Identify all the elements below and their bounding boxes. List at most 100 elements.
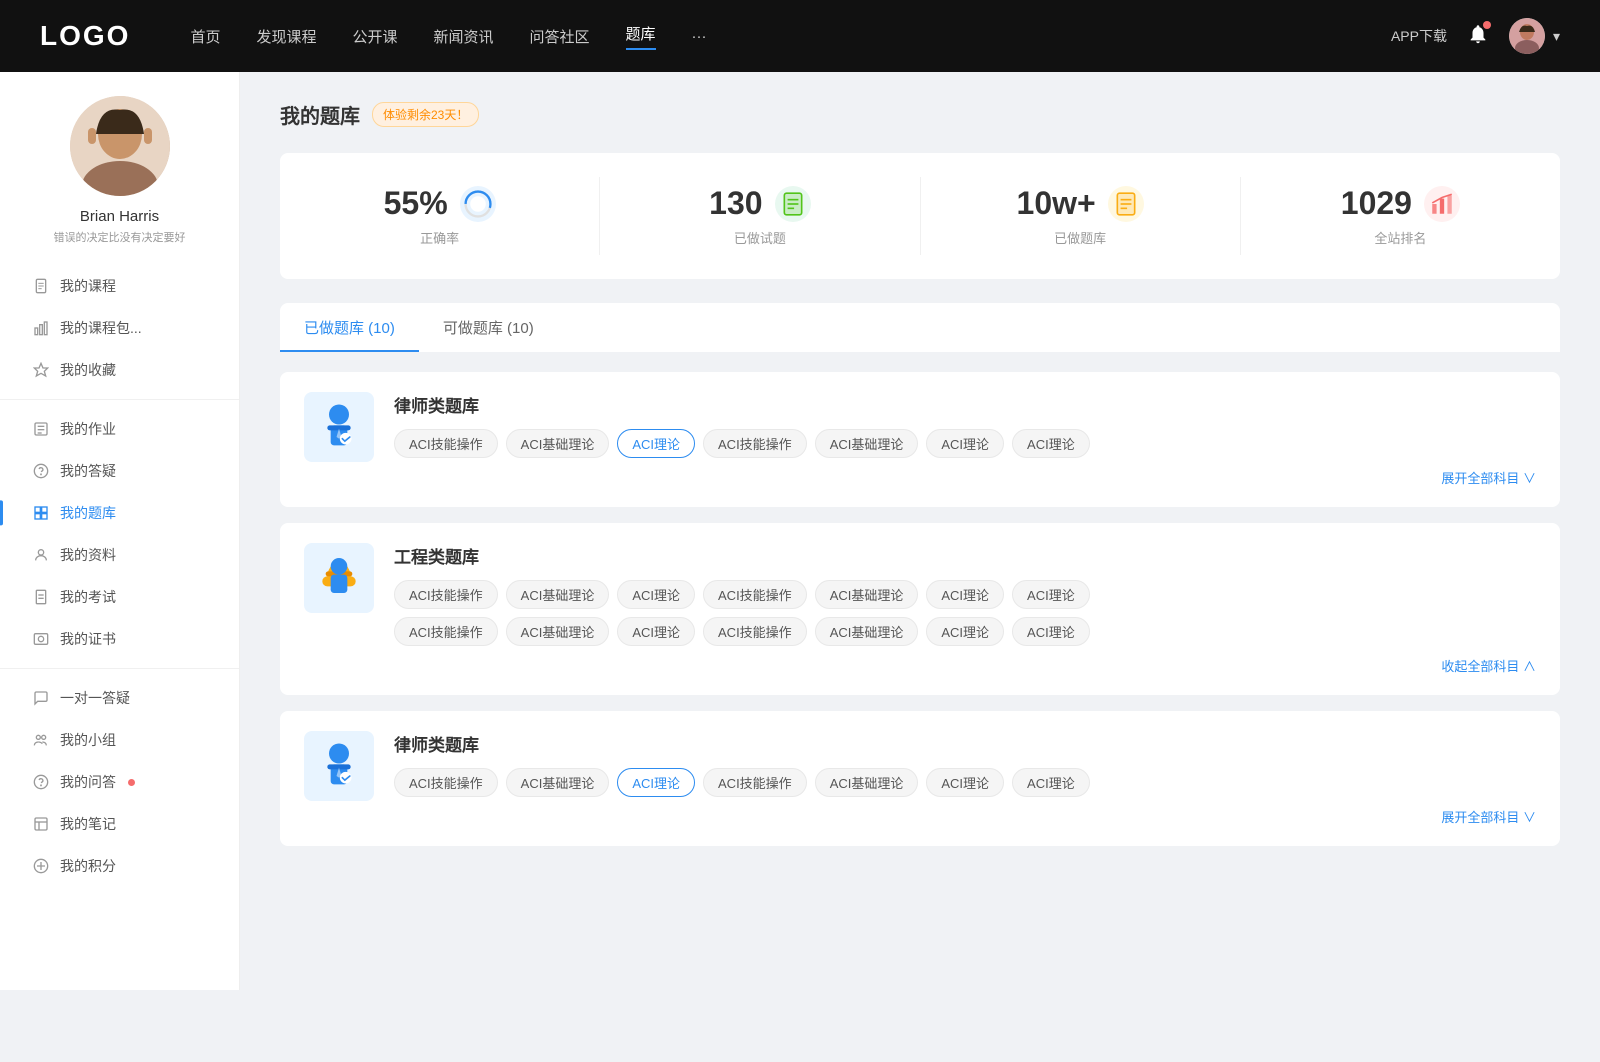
- sidebar-item-favorites[interactable]: 我的收藏: [0, 349, 239, 391]
- nav-qa[interactable]: 问答社区: [530, 26, 590, 47]
- logo[interactable]: LOGO: [40, 20, 130, 52]
- navbar: LOGO 首页 发现课程 公开课 新闻资讯 问答社区 题库 ··· APP下载 …: [0, 0, 1600, 72]
- sidebar-item-qa-mine[interactable]: 我的答疑: [0, 450, 239, 492]
- trial-badge: 体验剩余23天！: [372, 102, 479, 127]
- tag[interactable]: ACI基础理论: [815, 580, 919, 609]
- qbank-title-1: 律师类题库: [394, 392, 1536, 417]
- tag[interactable]: ACI基础理论: [506, 429, 610, 458]
- stat-rank: 1029 全站排名: [1241, 177, 1560, 255]
- question-circle-icon: [32, 462, 50, 480]
- tab-done[interactable]: 已做题库 (10): [280, 303, 419, 352]
- stat-done-banks: 10w+ 已做题库: [921, 177, 1241, 255]
- tag[interactable]: ACI理论: [926, 580, 1004, 609]
- sidebar-divider-2: [0, 668, 239, 669]
- tag[interactable]: ACI理论: [617, 617, 695, 646]
- sidebar-item-exam[interactable]: 我的考试: [0, 576, 239, 618]
- file-icon: [32, 277, 50, 295]
- stat-top: 55%: [384, 185, 496, 222]
- tag[interactable]: ACI基础理论: [506, 580, 610, 609]
- nav-home[interactable]: 首页: [190, 26, 220, 47]
- sidebar-item-homework[interactable]: 我的作业: [0, 408, 239, 450]
- qbank-content-2: 工程类题库 ACI技能操作 ACI基础理论 ACI理论 ACI技能操作 ACI基…: [394, 543, 1536, 675]
- chart-red-icon: [1424, 186, 1460, 222]
- tag[interactable]: ACI技能操作: [394, 429, 498, 458]
- sidebar-item-questions[interactable]: 我的问答: [0, 761, 239, 803]
- nav-discover[interactable]: 发现课程: [256, 26, 316, 47]
- expand-link-1[interactable]: 展开全部科目 ∨: [394, 468, 1536, 487]
- tag-active[interactable]: ACI理论: [617, 429, 695, 458]
- sidebar-item-label: 我的答疑: [60, 461, 116, 481]
- sidebar-item-label: 我的小组: [60, 730, 116, 750]
- tag[interactable]: ACI基础理论: [506, 617, 610, 646]
- tag[interactable]: ACI技能操作: [394, 768, 498, 797]
- sidebar-item-packages[interactable]: 我的课程包...: [0, 307, 239, 349]
- collapse-link-2[interactable]: 收起全部科目 ∧: [394, 656, 1536, 675]
- sidebar-item-points[interactable]: 我的积分: [0, 845, 239, 887]
- tag[interactable]: ACI技能操作: [703, 617, 807, 646]
- sidebar-item-notes[interactable]: 我的笔记: [0, 803, 239, 845]
- chevron-down-icon: ▾: [1553, 28, 1560, 45]
- tag-active[interactable]: ACI理论: [617, 768, 695, 797]
- nav-qbank[interactable]: 题库: [626, 23, 656, 50]
- qbank-card-2: 工程类题库 ACI技能操作 ACI基础理论 ACI理论 ACI技能操作 ACI基…: [280, 523, 1560, 695]
- navbar-right: APP下载 ▾: [1391, 18, 1560, 54]
- doc-green-icon: [775, 186, 811, 222]
- stat-value-2: 130: [709, 185, 762, 222]
- bar-icon: [32, 319, 50, 337]
- tag[interactable]: ACI基础理论: [506, 768, 610, 797]
- star-icon: [32, 361, 50, 379]
- stat-accuracy: 55% 正确率: [280, 177, 600, 255]
- tag[interactable]: ACI理论: [1012, 617, 1090, 646]
- stats-bar: 55% 正确率 130: [280, 153, 1560, 279]
- stat-label: 正确率: [420, 228, 459, 247]
- stat-value-3: 10w+: [1017, 185, 1096, 222]
- sidebar-item-label: 我的考试: [60, 587, 116, 607]
- stat-done-questions: 130 已做试题: [600, 177, 920, 255]
- tab-todo[interactable]: 可做题库 (10): [419, 303, 558, 352]
- tag[interactable]: ACI基础理论: [815, 768, 919, 797]
- notification-bell[interactable]: [1467, 23, 1489, 50]
- page-title: 我的题库: [280, 100, 360, 129]
- tag[interactable]: ACI基础理论: [815, 429, 919, 458]
- app-download-button[interactable]: APP下载: [1391, 26, 1447, 46]
- tags-row-1: ACI技能操作 ACI基础理论 ACI理论 ACI技能操作 ACI基础理论 AC…: [394, 429, 1536, 458]
- sidebar-item-label: 我的积分: [60, 856, 116, 876]
- tag[interactable]: ACI理论: [1012, 768, 1090, 797]
- sidebar-item-courses[interactable]: 我的课程: [0, 265, 239, 307]
- tag[interactable]: ACI理论: [1012, 580, 1090, 609]
- avatar: [70, 96, 170, 196]
- sidebar-item-qbank[interactable]: 我的题库: [0, 492, 239, 534]
- qbank-card-1: 律师类题库 ACI技能操作 ACI基础理论 ACI理论 ACI技能操作 ACI基…: [280, 372, 1560, 507]
- qa-icon: [32, 773, 50, 791]
- nav-open-course[interactable]: 公开课: [352, 26, 397, 47]
- tag[interactable]: ACI理论: [926, 617, 1004, 646]
- expand-link-3[interactable]: 展开全部科目 ∨: [394, 807, 1536, 826]
- tag[interactable]: ACI技能操作: [394, 580, 498, 609]
- qbank-header-3: 律师类题库 ACI技能操作 ACI基础理论 ACI理论 ACI技能操作 ACI基…: [304, 731, 1536, 826]
- sidebar-item-1on1[interactable]: 一对一答疑: [0, 677, 239, 719]
- tag[interactable]: ACI理论: [926, 768, 1004, 797]
- qbank-content-3: 律师类题库 ACI技能操作 ACI基础理论 ACI理论 ACI技能操作 ACI基…: [394, 731, 1536, 826]
- sidebar-item-label: 我的作业: [60, 419, 116, 439]
- note-icon: [32, 815, 50, 833]
- tag[interactable]: ACI理论: [1012, 429, 1090, 458]
- tag[interactable]: ACI理论: [617, 580, 695, 609]
- grid-icon: [32, 504, 50, 522]
- tag[interactable]: ACI技能操作: [703, 429, 807, 458]
- sidebar-item-certificate[interactable]: 我的证书: [0, 618, 239, 660]
- nav-news[interactable]: 新闻资讯: [434, 26, 494, 47]
- user-motto: 错误的决定比没有决定要好: [38, 229, 202, 245]
- tag[interactable]: ACI理论: [926, 429, 1004, 458]
- tag[interactable]: ACI基础理论: [815, 617, 919, 646]
- sidebar-item-label: 我的证书: [60, 629, 116, 649]
- tag[interactable]: ACI技能操作: [703, 580, 807, 609]
- user-avatar-button[interactable]: ▾: [1509, 18, 1560, 54]
- tag[interactable]: ACI技能操作: [703, 768, 807, 797]
- nav-menu: 首页 发现课程 公开课 新闻资讯 问答社区 题库 ···: [190, 23, 1391, 50]
- stat-top-3: 10w+: [1017, 185, 1144, 222]
- sidebar-item-profile[interactable]: 我的资料: [0, 534, 239, 576]
- qbank-title-3: 律师类题库: [394, 731, 1536, 756]
- nav-more[interactable]: ···: [692, 28, 707, 45]
- sidebar-item-group[interactable]: 我的小组: [0, 719, 239, 761]
- tag[interactable]: ACI技能操作: [394, 617, 498, 646]
